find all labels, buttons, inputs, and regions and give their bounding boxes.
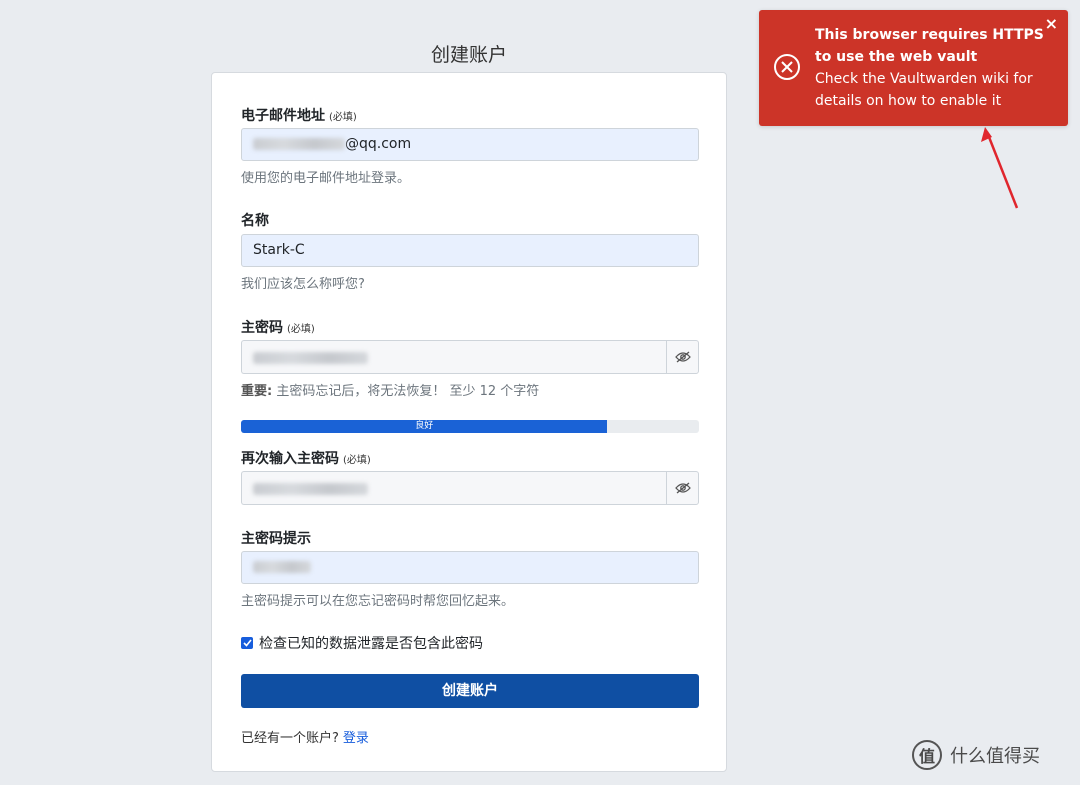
password-hint-label: 主密码提示	[241, 531, 311, 547]
password-strength-bar: 良好	[241, 420, 699, 433]
close-icon[interactable]: ×	[1045, 14, 1058, 33]
error-circle-icon	[773, 53, 801, 85]
toast-message: Check the Vaultwarden wiki for details o…	[815, 71, 1033, 109]
password-strength-fill: 良好	[241, 420, 608, 433]
retype-password-group	[241, 471, 699, 505]
watermark: 值 什么值得买	[912, 740, 1040, 770]
annotation-arrow	[981, 127, 1019, 209]
toggle-visibility-button[interactable]	[666, 340, 699, 374]
watermark-logo: 值	[912, 740, 942, 770]
create-account-button[interactable]: 创建账户	[241, 674, 699, 708]
eye-slash-icon	[674, 482, 691, 494]
retype-password-label-text: 再次输入主密码	[241, 451, 339, 467]
breach-check-checkbox[interactable]	[241, 637, 253, 649]
email-required-tag: (必填)	[329, 112, 357, 123]
https-error-toast: This browser requires HTTPS to use the w…	[759, 10, 1068, 126]
email-field[interactable]: @qq.com	[241, 128, 699, 161]
eye-slash-icon	[674, 351, 691, 363]
breach-check-label: 检查已知的数据泄露是否包含此密码	[259, 636, 483, 652]
login-row: 已经有一个账户? 登录	[241, 727, 369, 746]
register-form-card: 电子邮件地址 (必填) @qq.com 使用您的电子邮件地址登录。 名称 Star…	[211, 72, 727, 772]
redacted-text	[253, 561, 311, 573]
email-visible-value: @qq.com	[345, 136, 412, 152]
master-password-required-tag: (必填)	[287, 324, 315, 335]
master-password-help: 重要: 主密码忘记后，将无法恢复！ 至少 12 个字符	[241, 380, 539, 399]
breach-check-row[interactable]: 检查已知的数据泄露是否包含此密码	[241, 633, 483, 653]
password-hint-help: 主密码提示可以在您忘记密码时帮您回忆起来。	[241, 594, 515, 609]
retype-password-required-tag: (必填)	[343, 455, 371, 466]
master-password-group	[241, 340, 699, 374]
redacted-text	[253, 351, 368, 364]
email-help: 使用您的电子邮件地址登录。	[241, 171, 411, 186]
watermark-text: 什么值得买	[950, 746, 1040, 767]
name-field[interactable]: Stark-C	[241, 234, 699, 267]
password-hint-field[interactable]	[241, 551, 699, 584]
name-label: 名称	[241, 213, 269, 229]
master-password-help-text: 主密码忘记后，将无法恢复！ 至少 12 个字符	[276, 384, 540, 399]
master-password-input[interactable]	[241, 340, 667, 374]
redacted-text	[253, 482, 368, 495]
toggle-visibility-button[interactable]	[666, 471, 699, 505]
retype-password-input[interactable]	[241, 471, 667, 505]
email-label-text: 电子邮件地址	[241, 108, 325, 124]
checkmark-icon	[242, 639, 252, 647]
name-help: 我们应该怎么称呼您?	[241, 277, 365, 292]
master-password-label-text: 主密码	[241, 320, 283, 336]
retype-password-label: 再次输入主密码 (必填)	[241, 448, 371, 468]
redacted-text	[253, 138, 345, 150]
master-password-label: 主密码 (必填)	[241, 317, 315, 337]
toast-title: This browser requires HTTPS to use the w…	[815, 27, 1044, 65]
important-label: 重要:	[241, 384, 273, 399]
email-label: 电子邮件地址 (必填)	[241, 105, 357, 125]
login-link[interactable]: 登录	[343, 731, 369, 746]
login-prompt: 已经有一个账户?	[241, 731, 339, 746]
